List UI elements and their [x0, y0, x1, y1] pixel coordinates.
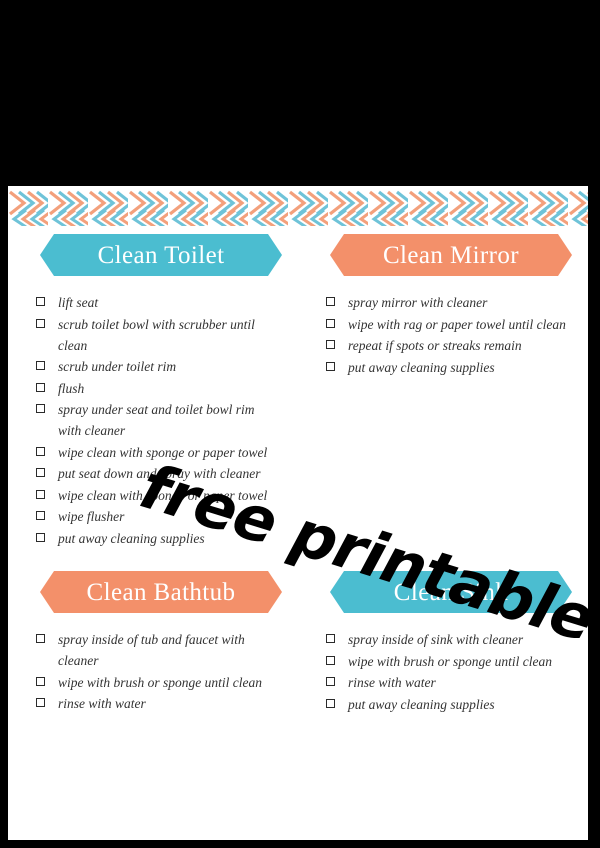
checkbox-icon[interactable] — [36, 361, 45, 370]
list-item-label: wipe with brush or sponge until clean — [348, 653, 552, 669]
section-clean-mirror: Clean Mirror spray mirror with cleaner w… — [298, 234, 588, 549]
checkbox-icon[interactable] — [36, 511, 45, 520]
list-item-label: put away cleaning supplies — [348, 696, 495, 712]
checklist-clean-bathtub: spray inside of tub and faucet with clea… — [30, 629, 280, 714]
list-item[interactable]: flush — [34, 378, 280, 399]
list-item[interactable]: wipe clean with sponge or paper towel — [34, 485, 280, 506]
screenshot-viewport: Clean Toilet lift seat scrub toilet bowl… — [0, 0, 600, 848]
list-item-label: spray under seat and toilet bowl rim wit… — [58, 402, 255, 438]
checkbox-icon[interactable] — [326, 318, 335, 328]
checkbox-icon[interactable] — [326, 340, 335, 349]
checkbox-icon[interactable] — [36, 489, 45, 499]
list-item-label: rinse with water — [58, 696, 146, 711]
list-item[interactable]: wipe clean with sponge or paper towel — [34, 442, 280, 463]
printable-page: Clean Toilet lift seat scrub toilet bowl… — [8, 186, 588, 840]
list-item-label: repeat if spots or streaks remain — [348, 338, 522, 353]
checklist-row-top: Clean Toilet lift seat scrub toilet bowl… — [8, 234, 588, 553]
checklist-clean-toilet: lift seat scrub toilet bowl with scrubbe… — [30, 292, 280, 549]
list-item[interactable]: scrub toilet bowl with scrubber until cl… — [34, 314, 280, 356]
section-header-clean-mirror: Clean Mirror — [330, 234, 572, 276]
list-item-label: wipe clean with sponge or paper towel — [58, 444, 268, 460]
list-item[interactable]: put away cleaning supplies — [34, 528, 280, 549]
checkbox-icon[interactable] — [326, 655, 335, 665]
list-item-label: wipe with rag or paper towel until clean — [348, 316, 566, 332]
section-title: Clean Toilet — [97, 241, 225, 269]
list-item-label: lift seat — [58, 295, 99, 310]
list-item[interactable]: spray inside of tub and faucet with clea… — [34, 629, 280, 671]
list-item[interactable]: wipe with rag or paper towel until clean — [324, 314, 570, 335]
list-item-label: spray mirror with cleaner — [348, 295, 488, 310]
checkbox-icon[interactable] — [36, 404, 45, 413]
checkbox-icon[interactable] — [36, 446, 45, 456]
list-item-label: rinse with water — [348, 675, 436, 690]
chevron-border-decoration — [8, 186, 588, 226]
section-title: Clean Mirror — [382, 241, 519, 269]
list-item-label: wipe with brush or sponge until clean — [58, 674, 262, 690]
list-item[interactable]: put seat down and spray with cleaner — [34, 463, 280, 484]
section-header-clean-toilet: Clean Toilet — [40, 234, 282, 276]
list-item-label: spray inside of sink with cleaner — [348, 632, 524, 647]
list-item-label: flush — [58, 380, 85, 396]
list-item-label: scrub under toilet rim — [58, 359, 177, 374]
list-item[interactable]: put away cleaning supplies — [324, 694, 570, 715]
checklist-grid: Clean Toilet lift seat scrub toilet bowl… — [8, 234, 588, 719]
section-header-clean-sink: Clean Sink — [330, 571, 572, 613]
list-item[interactable]: wipe with brush or sponge until clean — [324, 651, 570, 672]
list-item[interactable]: wipe flusher — [34, 506, 280, 527]
list-item[interactable]: spray mirror with cleaner — [324, 292, 570, 313]
list-item-label: put away cleaning supplies — [58, 530, 205, 546]
list-item[interactable]: repeat if spots or streaks remain — [324, 335, 570, 356]
list-item-label: put seat down and spray with cleaner — [58, 466, 261, 481]
list-item-label: wipe clean with sponge or paper towel — [58, 487, 268, 503]
list-item[interactable]: rinse with water — [324, 672, 570, 693]
list-item-label: put away cleaning supplies — [348, 359, 495, 375]
checklist-clean-mirror: spray mirror with cleaner wipe with rag … — [320, 292, 570, 378]
list-item[interactable]: spray under seat and toilet bowl rim wit… — [34, 399, 280, 441]
checkbox-icon[interactable] — [36, 634, 45, 643]
checkbox-icon[interactable] — [326, 677, 335, 686]
list-item-label: wipe flusher — [58, 509, 125, 524]
list-item[interactable]: rinse with water — [34, 693, 280, 714]
list-item[interactable]: scrub under toilet rim — [34, 356, 280, 377]
checkbox-icon[interactable] — [326, 361, 335, 371]
section-clean-sink: Clean Sink spray inside of sink with cle… — [298, 571, 588, 715]
checkbox-icon[interactable] — [36, 676, 45, 686]
checkbox-icon[interactable] — [326, 297, 335, 306]
checkbox-icon[interactable] — [36, 532, 45, 542]
list-item[interactable]: put away cleaning supplies — [324, 357, 570, 378]
list-item[interactable]: spray inside of sink with cleaner — [324, 629, 570, 650]
section-title: Clean Sink — [393, 578, 509, 606]
section-title: Clean Bathtub — [86, 578, 236, 606]
section-clean-bathtub: Clean Bathtub spray inside of tub and fa… — [8, 571, 298, 715]
section-clean-toilet: Clean Toilet lift seat scrub toilet bowl… — [8, 234, 298, 549]
list-item[interactable]: wipe with brush or sponge until clean — [34, 672, 280, 693]
checkbox-icon[interactable] — [326, 698, 335, 708]
checklist-clean-sink: spray inside of sink with cleaner wipe w… — [320, 629, 570, 715]
checkbox-icon[interactable] — [36, 382, 45, 392]
checkbox-icon[interactable] — [36, 318, 45, 328]
list-item-label: scrub toilet bowl with scrubber until cl… — [58, 316, 255, 353]
section-header-clean-bathtub: Clean Bathtub — [40, 571, 282, 613]
checkbox-icon[interactable] — [36, 698, 45, 707]
list-item-label: spray inside of tub and faucet with clea… — [58, 632, 245, 668]
checkbox-icon[interactable] — [36, 468, 45, 477]
list-item[interactable]: lift seat — [34, 292, 280, 313]
checklist-row-bottom: Clean Bathtub spray inside of tub and fa… — [8, 571, 588, 719]
checkbox-icon[interactable] — [326, 634, 335, 643]
checkbox-icon[interactable] — [36, 297, 45, 306]
